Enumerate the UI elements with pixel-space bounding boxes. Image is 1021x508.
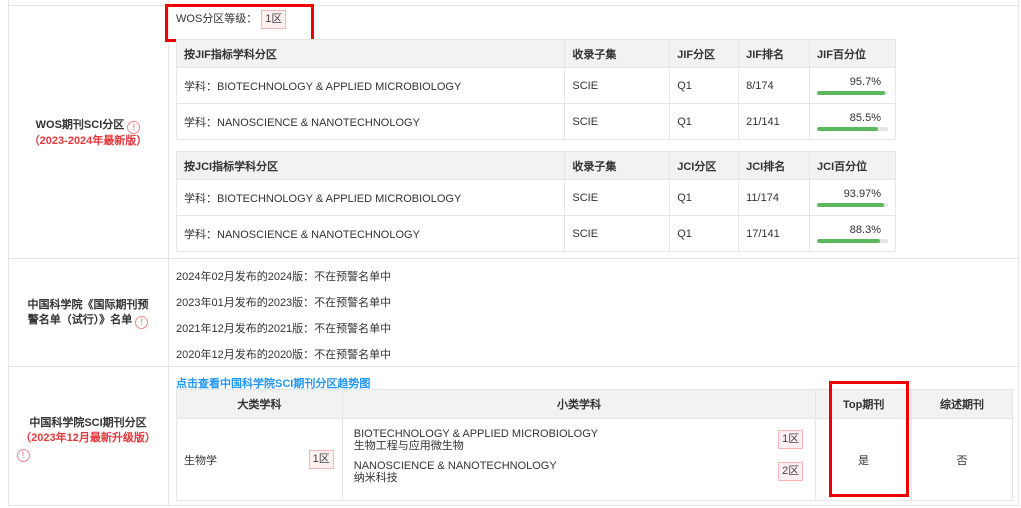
percentile-cell: 88.3% [809, 215, 896, 252]
divider [8, 366, 1019, 367]
rank-cell: 17/141 [738, 215, 811, 252]
percentile-bar-fill [817, 91, 885, 95]
column-header: JCI排名 [738, 151, 811, 180]
percentile-value: 85.5% [849, 112, 881, 124]
wos-row-label: WOS期刊SCI分区 ! （2023-2024年最新版） [10, 118, 166, 149]
cas-label-text: 中国科学院SCI期刊分区 [29, 417, 147, 429]
column-header: 综述期刊 [911, 389, 1013, 419]
zone-badge: 2区 [778, 461, 804, 481]
column-header: 大类学科 [176, 389, 343, 419]
zone-badge: 1区 [308, 450, 334, 469]
info-icon[interactable]: ! [16, 449, 30, 462]
major-subject: 生物学 [184, 454, 217, 467]
percentile-cell: 93.97% [809, 179, 896, 216]
warning-line: 2020年12月发布的2020版：不在预警名单中 [176, 349, 392, 361]
column-header: 收录子集 [564, 151, 671, 180]
percentile-bar [817, 203, 888, 207]
table-header-row: 按JIF指标学科分区 收录子集 JIF分区 JIF排名 JIF百分位 [175, 39, 896, 68]
column-header: JCI分区 [669, 151, 740, 180]
divider [8, 5, 1019, 6]
column-header: 按JCI指标学科分区 [175, 151, 566, 180]
column-header: 小类学科 [341, 389, 817, 419]
cas-edition: （2023年12月最新升级版） [20, 432, 156, 444]
collection-cell: SCIE [564, 67, 671, 104]
percentile-bar [817, 91, 888, 95]
subject-cell: 学科：BIOTECHNOLOGY & APPLIED MICROBIOLOGY [175, 67, 566, 104]
table-row: 学科：NANOSCIENCE & NANOTECHNOLOGY SCIE Q1 … [175, 103, 896, 140]
info-icon[interactable]: ! [135, 316, 149, 329]
column-divider [168, 0, 169, 506]
subject-cell: 学科：BIOTECHNOLOGY & APPLIED MICROBIOLOGY [175, 179, 566, 216]
highlight-box [829, 381, 909, 497]
warning-line: 2023年01月发布的2023版：不在预警名单中 [176, 297, 392, 309]
table-header-row: 按JCI指标学科分区 收录子集 JCI分区 JCI排名 JCI百分位 [175, 151, 896, 180]
minor-subject-cn: 生物工程与应用微生物 [353, 439, 464, 452]
subject-cell: 学科：NANOSCIENCE & NANOTECHNOLOGY [175, 103, 566, 140]
warning-line: 2024年02月发布的2024版：不在预警名单中 [176, 271, 392, 283]
rank-cell: 11/174 [738, 179, 811, 216]
collection-cell: SCIE [564, 179, 671, 216]
percentile-value: 88.3% [849, 224, 881, 236]
minor-subject-en: BIOTECHNOLOGY & APPLIED MICROBIOLOGY [353, 427, 599, 440]
warning-line: 2021年12月发布的2021版：不在预警名单中 [176, 323, 392, 335]
rank-cell: 8/174 [738, 67, 811, 104]
percentile-cell: 95.7% [809, 67, 896, 104]
highlight-box [165, 4, 314, 42]
quartile-cell: Q1 [669, 179, 740, 216]
wos-edition: （2023-2024年最新版） [28, 135, 148, 147]
subject-cell: 学科：NANOSCIENCE & NANOTECHNOLOGY [175, 215, 566, 252]
table-row: 学科：BIOTECHNOLOGY & APPLIED MICROBIOLOGY … [175, 179, 896, 216]
zone-badge: 1区 [778, 429, 804, 449]
jci-table: 按JCI指标学科分区 收录子集 JCI分区 JCI排名 JCI百分位 学科：BI… [175, 151, 896, 252]
collection-cell: SCIE [564, 103, 671, 140]
column-header: JCI百分位 [809, 151, 896, 180]
table-row: 学科：NANOSCIENCE & NANOTECHNOLOGY SCIE Q1 … [175, 215, 896, 252]
minor-subject-cell: BIOTECHNOLOGY & APPLIED MICROBIOLOGY 生物工… [341, 418, 817, 501]
rank-cell: 21/141 [738, 103, 811, 140]
minor-subject-item: BIOTECHNOLOGY & APPLIED MICROBIOLOGY 生物工… [343, 428, 815, 460]
quartile-cell: Q1 [669, 67, 740, 104]
quartile-cell: Q1 [669, 215, 740, 252]
wos-label-text: WOS期刊SCI分区 [35, 119, 125, 131]
quartile-cell: Q1 [669, 103, 740, 140]
percentile-cell: 85.5% [809, 103, 896, 140]
column-header: JIF排名 [738, 39, 811, 68]
cas-row-label: 中国科学院SCI期刊分区 （2023年12月最新升级版） ! [10, 416, 166, 462]
percentile-bar-fill [817, 239, 880, 243]
jif-table: 按JIF指标学科分区 收录子集 JIF分区 JIF排名 JIF百分位 学科：BI… [175, 39, 896, 140]
major-subject-cell: 生物学 1区 [176, 418, 343, 501]
percentile-value: 93.97% [843, 188, 881, 200]
percentile-bar-fill [817, 203, 884, 207]
minor-subject-cn: 纳米科技 [353, 471, 398, 484]
collection-cell: SCIE [564, 215, 671, 252]
warning-row-label: 中国科学院《国际期刊预警名单（试行）》名单 ! [10, 298, 166, 329]
table-row: 学科：BIOTECHNOLOGY & APPLIED MICROBIOLOGY … [175, 67, 896, 104]
column-header: 收录子集 [564, 39, 671, 68]
column-header: 按JIF指标学科分区 [175, 39, 566, 68]
percentile-bar-fill [817, 127, 878, 131]
info-icon[interactable]: ! [127, 121, 141, 134]
divider [8, 258, 1019, 259]
warning-label-text: 中国科学院《国际期刊预警名单（试行）》名单 [27, 299, 149, 326]
percentile-bar [817, 127, 888, 131]
percentile-value: 95.7% [849, 76, 881, 88]
percentile-bar [817, 239, 888, 243]
minor-subject-en: NANOSCIENCE & NANOTECHNOLOGY [353, 459, 557, 472]
column-header: JIF百分位 [809, 39, 896, 68]
column-header: JIF分区 [669, 39, 740, 68]
minor-subject-item: NANOSCIENCE & NANOTECHNOLOGY 纳米科技 2区 [343, 460, 815, 492]
review-journal-cell: 否 [911, 418, 1013, 501]
